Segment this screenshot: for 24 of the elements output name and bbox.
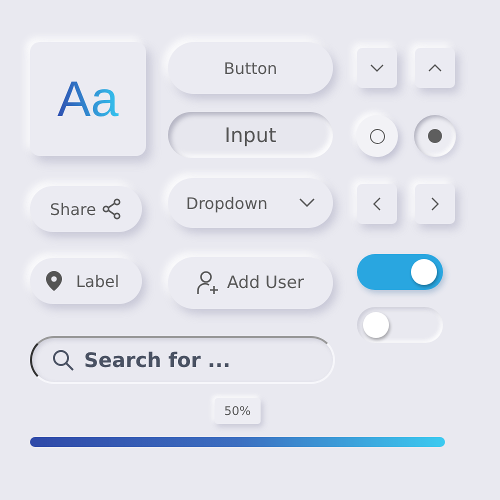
chevron-right-button[interactable]: [415, 184, 455, 224]
dropdown[interactable]: Dropdown: [168, 178, 333, 228]
search-field[interactable]: Search for ...: [30, 336, 335, 384]
toggle-switch[interactable]: [357, 254, 443, 290]
chevron-down-button[interactable]: [357, 48, 397, 88]
chevron-down-icon: [299, 198, 315, 208]
input-field[interactable]: Input: [168, 112, 333, 158]
add-user-button[interactable]: Add User: [168, 257, 333, 309]
toggle-switch[interactable]: [357, 307, 443, 343]
chevron-up-button[interactable]: [415, 48, 455, 88]
progress-tooltip: 50%: [214, 398, 261, 424]
chevron-left-button[interactable]: [357, 184, 397, 224]
chevron-right-icon: [431, 197, 439, 211]
share-button[interactable]: Share: [30, 186, 142, 232]
location-pin-icon: [46, 271, 62, 291]
add-user-icon: [196, 271, 219, 295]
share-icon: [102, 198, 122, 220]
search-icon: [52, 349, 74, 371]
label-text: Label: [76, 272, 120, 290]
button[interactable]: Button: [168, 42, 333, 94]
radio-button[interactable]: [414, 115, 456, 157]
chevron-left-icon: [373, 197, 381, 211]
chevron-down-icon: [370, 64, 384, 72]
chevron-up-icon: [428, 64, 442, 72]
